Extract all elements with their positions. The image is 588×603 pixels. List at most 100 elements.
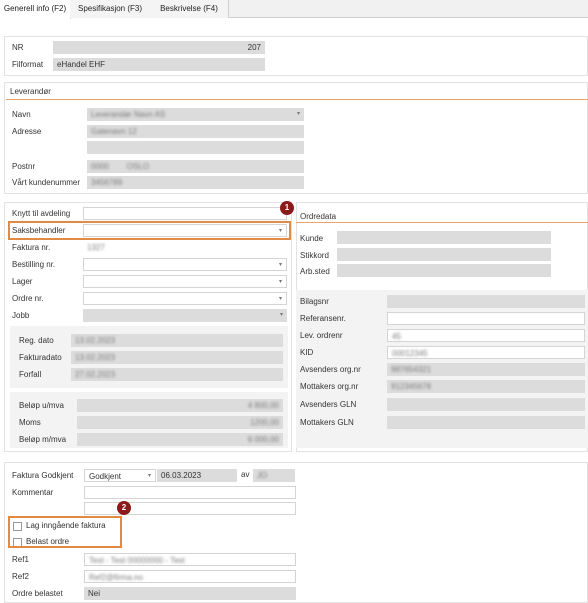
tab-generell-info[interactable]: Generell info (F2) bbox=[0, 0, 71, 19]
ordre-input[interactable]: ▾ bbox=[83, 292, 287, 305]
filformat-field: eHandel EHF bbox=[53, 58, 265, 71]
kundenummer-value: 3456789 bbox=[91, 178, 123, 187]
navn-value: Leverandør Navn AS bbox=[91, 110, 166, 119]
tab-beskrivelse[interactable]: Beskrivelse (F4) bbox=[150, 0, 229, 18]
kid-input[interactable]: 00012345 bbox=[387, 346, 585, 359]
godkjent-label: Faktura Godkjent bbox=[12, 471, 74, 480]
forfall-value: 27.02.2023 bbox=[75, 370, 116, 379]
referanse-label: Referansenr. bbox=[300, 314, 346, 323]
jobb-select[interactable]: ▾ bbox=[83, 309, 287, 322]
chevron-down-icon: ▾ bbox=[296, 111, 300, 117]
chevron-down-icon: ▾ bbox=[279, 312, 283, 318]
chevron-down-icon: ▾ bbox=[278, 262, 282, 268]
postnr-label: Postnr bbox=[12, 162, 36, 171]
belopm-label: Beløp m/mva bbox=[19, 435, 67, 444]
ordredata-header: Ordredata bbox=[300, 212, 337, 221]
avsgln-field bbox=[387, 398, 585, 411]
avsorg-label: Avsenders org.nr bbox=[300, 365, 361, 374]
fakturadato-value: 13.02.2023 bbox=[75, 353, 116, 362]
ordre-label: Ordre nr. bbox=[12, 294, 44, 303]
kundenummer-field: 3456789 bbox=[87, 176, 304, 189]
knytt-label: Knytt til avdeling bbox=[12, 209, 71, 218]
filformat-value: eHandel EHF bbox=[57, 60, 106, 69]
arbsted-field bbox=[337, 264, 551, 277]
badge-two: 2 bbox=[117, 501, 131, 515]
mottorg-label: Mottakers org.nr bbox=[300, 382, 359, 391]
kid-value: 00012345 bbox=[392, 349, 428, 358]
chevron-down-icon: ▾ bbox=[278, 296, 282, 302]
kunde-field bbox=[337, 231, 551, 244]
kommentar-input-1[interactable] bbox=[84, 486, 296, 499]
fakturanr-label: Faktura nr. bbox=[12, 243, 51, 252]
avsgln-label: Avsenders GLN bbox=[300, 400, 357, 409]
saksbehandler-highlight bbox=[8, 221, 291, 240]
bestilling-input[interactable]: ▾ bbox=[83, 258, 287, 271]
regdato-field: 13.02.2023 bbox=[71, 334, 283, 347]
adresse-field-2 bbox=[87, 141, 304, 154]
referanse-input[interactable] bbox=[387, 312, 585, 325]
ordrebelastet-value: Nei bbox=[88, 589, 101, 598]
fakturadato-field: 13.02.2023 bbox=[71, 351, 283, 364]
bilagsnr-label: Bilagsnr bbox=[300, 297, 329, 306]
belopm-value: 6 000,00 bbox=[247, 435, 279, 444]
tab-bar: Generell info (F2) Spesifikasjon (F3) Be… bbox=[0, 0, 588, 19]
ref1-input[interactable]: Test - Test 00000000 - Test bbox=[84, 553, 296, 566]
navn-label: Navn bbox=[12, 110, 31, 119]
moms-value: 1200,00 bbox=[250, 418, 279, 427]
ref2-input[interactable]: Ref2@firma.no bbox=[84, 570, 296, 583]
fakturadato-label: Fakturadato bbox=[19, 353, 62, 362]
mottgln-label: Mottakers GLN bbox=[300, 418, 354, 427]
bilagsnr-field bbox=[387, 295, 585, 308]
belop-value: 4 800,00 bbox=[247, 401, 279, 410]
moms-field: 1200,00 bbox=[77, 416, 283, 429]
moms-label: Moms bbox=[19, 418, 41, 427]
tab-spesifikasjon[interactable]: Spesifikasjon (F3) bbox=[70, 0, 151, 18]
postnr-field: 0000 OSLO bbox=[87, 160, 304, 173]
navn-select[interactable]: Leverandør Navn AS ▾ bbox=[87, 108, 304, 121]
av-value: JO bbox=[257, 471, 268, 480]
regdato-value: 13.02.2023 bbox=[75, 336, 116, 345]
ordrebelastet-field: Nei bbox=[84, 587, 296, 600]
belop-label: Beløp u/mva bbox=[19, 401, 64, 410]
levordre-label: Lev. ordrenr bbox=[300, 331, 343, 340]
nr-label: NR bbox=[12, 43, 24, 52]
postnr-value: 0000 bbox=[91, 162, 109, 171]
stikkord-field bbox=[337, 248, 551, 261]
godkjent-date: 06.03.2023 bbox=[161, 471, 202, 480]
forfall-field: 27.02.2023 bbox=[71, 368, 283, 381]
levordre-input[interactable]: 45 bbox=[387, 329, 585, 342]
godkjent-date-field: 06.03.2023 bbox=[157, 469, 237, 482]
poststed-value: OSLO bbox=[126, 162, 150, 171]
nr-field: 207 bbox=[53, 41, 265, 54]
stikkord-label: Stikkord bbox=[300, 251, 329, 260]
leverandor-header: Leverandør bbox=[10, 87, 51, 96]
kommentar-input-2[interactable] bbox=[84, 502, 296, 515]
avsorg-field: 987654321 bbox=[387, 363, 585, 376]
godkjent-select[interactable]: Godkjent ▾ bbox=[84, 469, 156, 482]
kommentar-label: Kommentar bbox=[12, 488, 54, 497]
lager-select[interactable]: ▾ bbox=[83, 275, 287, 288]
mottgln-field bbox=[387, 416, 585, 429]
badge-one: 1 bbox=[280, 201, 294, 215]
ref1-value: Test - Test 00000000 - Test bbox=[89, 556, 185, 565]
mottorg-value: 912345678 bbox=[391, 382, 432, 391]
adresse-value: Gatenavn 12 bbox=[91, 127, 137, 136]
adresse-label: Adresse bbox=[12, 127, 42, 136]
av-label: av bbox=[241, 470, 250, 479]
fakturanr-value: 1327 bbox=[87, 243, 105, 252]
mottorg-field: 912345678 bbox=[387, 380, 585, 393]
lager-label: Lager bbox=[12, 277, 33, 286]
ordredata-divider bbox=[296, 222, 588, 223]
avsorg-value: 987654321 bbox=[391, 365, 432, 374]
adresse-field-1: Gatenavn 12 bbox=[87, 125, 304, 138]
chevron-down-icon: ▾ bbox=[278, 279, 282, 285]
ref2-label: Ref2 bbox=[12, 572, 29, 581]
regdato-label: Reg. dato bbox=[19, 336, 54, 345]
belopm-field: 6 000,00 bbox=[77, 433, 283, 446]
knytt-avdeling-input[interactable] bbox=[83, 207, 287, 220]
ref2-value: Ref2@firma.no bbox=[89, 573, 143, 582]
nr-value: 207 bbox=[247, 43, 261, 52]
bestilling-label: Bestilling nr. bbox=[12, 260, 56, 269]
forfall-label: Forfall bbox=[19, 370, 42, 379]
arbsted-label: Arb.sted bbox=[300, 267, 330, 276]
